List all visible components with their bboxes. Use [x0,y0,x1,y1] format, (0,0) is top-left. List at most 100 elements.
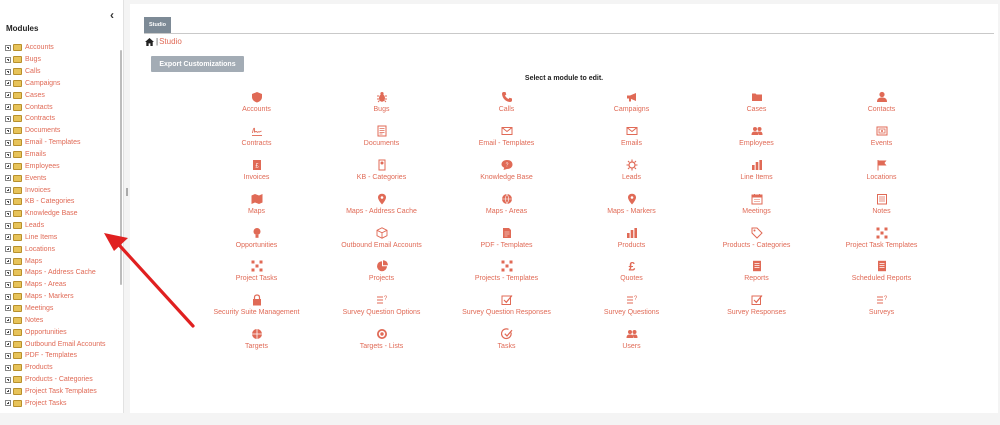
module-tile-label[interactable]: Products - Categories [723,242,791,249]
module-tile[interactable]: Cases [694,87,819,121]
sidebar-module-item[interactable]: Documents [5,125,120,137]
sidebar-module-item[interactable]: Events [5,172,120,184]
expand-plus-icon[interactable] [5,293,11,300]
expand-plus-icon[interactable] [5,258,11,265]
module-tile[interactable]: Project Task Templates [819,223,944,257]
expand-plus-icon[interactable] [5,234,11,241]
module-tile[interactable]: Project Tasks [194,256,319,290]
sidebar-module-item[interactable]: Knowledge Base [5,208,120,220]
sidebar-module-label[interactable]: Project Task Templates [25,388,97,395]
module-tile[interactable]: Maps - Address Cache [319,189,444,223]
module-tile-label[interactable]: Maps - Markers [607,208,656,215]
sidebar-module-item[interactable]: Invoices [5,184,120,196]
expand-plus-icon[interactable] [5,376,11,383]
sidebar-module-label[interactable]: Accounts [25,44,54,51]
module-tile[interactable]: Targets [194,324,319,358]
module-tile-label[interactable]: Invoices [244,174,270,181]
module-tile-label[interactable]: Contacts [868,106,896,113]
module-tile-label[interactable]: PDF - Templates [481,242,533,249]
module-tile[interactable]: KB - Categories [319,155,444,189]
module-tile[interactable]: Employees [694,121,819,155]
module-tile[interactable]: Emails [569,121,694,155]
module-tile-label[interactable]: Leads [622,174,641,181]
expand-plus-icon[interactable] [5,115,11,122]
module-tile[interactable]: Bugs [319,87,444,121]
sidebar-module-label[interactable]: PDF - Templates [25,352,77,359]
sidebar-module-item[interactable]: Emails [5,149,120,161]
module-tile[interactable]: Tasks [444,324,569,358]
expand-plus-icon[interactable] [5,92,11,99]
module-tile-label[interactable]: Projects - Templates [475,275,538,282]
module-tile[interactable]: Security Suite Management [194,290,319,324]
expand-plus-icon[interactable] [5,56,11,63]
sidebar-module-item[interactable]: Maps - Markers [5,291,120,303]
module-tile[interactable]: ? Knowledge Base [444,155,569,189]
module-tile[interactable]: Leads [569,155,694,189]
module-tile-label[interactable]: Project Tasks [236,275,278,282]
sidebar-module-label[interactable]: Events [25,175,46,182]
module-tile-label[interactable]: Locations [867,174,897,181]
expand-plus-icon[interactable] [5,210,11,217]
module-tile-label[interactable]: Meetings [742,208,770,215]
module-tile[interactable]: Reports [694,256,819,290]
module-tile-label[interactable]: Survey Questions [604,309,659,316]
sidebar-module-item[interactable]: Locations [5,243,120,255]
sidebar-module-label[interactable]: Email - Templates [25,139,81,146]
module-tile[interactable]: Locations [819,155,944,189]
expand-plus-icon[interactable] [5,187,11,194]
sidebar-module-item[interactable]: Employees [5,160,120,172]
module-tile[interactable]: Targets - Lists [319,324,444,358]
module-tile-label[interactable]: KB - Categories [357,174,406,181]
module-tile[interactable]: Products [569,223,694,257]
expand-plus-icon[interactable] [5,80,11,87]
sidebar-module-item[interactable]: Campaigns [5,78,120,90]
sidebar-module-item[interactable]: Email - Templates [5,137,120,149]
sidebar-module-item[interactable]: Opportunities [5,326,120,338]
module-tile-label[interactable]: Cases [747,106,767,113]
sidebar-module-item[interactable]: Contacts [5,101,120,113]
module-tile-label[interactable]: Surveys [869,309,894,316]
module-tile[interactable]: Projects - Templates [444,256,569,290]
module-tile[interactable]: Email - Templates [444,121,569,155]
module-tile-label[interactable]: Targets [245,343,268,350]
module-tile[interactable]: Products - Categories [694,223,819,257]
sidebar-module-label[interactable]: Documents [25,127,60,134]
expand-plus-icon[interactable] [5,68,11,75]
sidebar-module-item[interactable]: Notes [5,314,120,326]
sidebar-module-item[interactable]: Maps [5,255,120,267]
module-tile[interactable]: Users [569,324,694,358]
expand-plus-icon[interactable] [5,198,11,205]
home-icon[interactable] [145,37,154,46]
sidebar-module-label[interactable]: Maps - Markers [25,293,74,300]
module-tile[interactable]: Outbound Email Accounts [319,223,444,257]
module-tile[interactable]: Contracts [194,121,319,155]
module-tile[interactable]: Contacts [819,87,944,121]
sidebar-module-label[interactable]: Opportunities [25,329,67,336]
module-tile-label[interactable]: Survey Question Responses [462,309,551,316]
expand-plus-icon[interactable] [5,341,11,348]
sidebar-module-item[interactable]: Project Tasks [5,397,120,409]
sidebar-module-label[interactable]: Emails [25,151,46,158]
sidebar-module-label[interactable]: Project Tasks [25,400,67,407]
expand-plus-icon[interactable] [5,222,11,229]
sidebar-module-item[interactable]: Accounts [5,42,120,54]
module-tile-label[interactable]: Campaigns [614,106,649,113]
module-tile[interactable]: Scheduled Reports [819,256,944,290]
sidebar-module-label[interactable]: Notes [25,317,43,324]
sidebar-module-label[interactable]: Maps [25,258,42,265]
sidebar-module-label[interactable]: Maps - Areas [25,281,66,288]
module-tile[interactable]: Maps - Areas [444,189,569,223]
module-tile-label[interactable]: Bugs [374,106,390,113]
sidebar-module-label[interactable]: Outbound Email Accounts [25,341,106,348]
expand-plus-icon[interactable] [5,246,11,253]
sidebar-module-label[interactable]: Employees [25,163,60,170]
expand-plus-icon[interactable] [5,281,11,288]
module-tile[interactable]: Calls [444,87,569,121]
module-tile-label[interactable]: Quotes [620,275,643,282]
module-tile-label[interactable]: Notes [872,208,890,215]
sidebar-module-label[interactable]: Contracts [25,115,55,122]
sidebar-module-label[interactable]: Line Items [25,234,57,241]
sidebar-module-label[interactable]: Leads [25,222,44,229]
module-tile-label[interactable]: Knowledge Base [480,174,533,181]
module-tile-label[interactable]: Events [871,140,892,147]
